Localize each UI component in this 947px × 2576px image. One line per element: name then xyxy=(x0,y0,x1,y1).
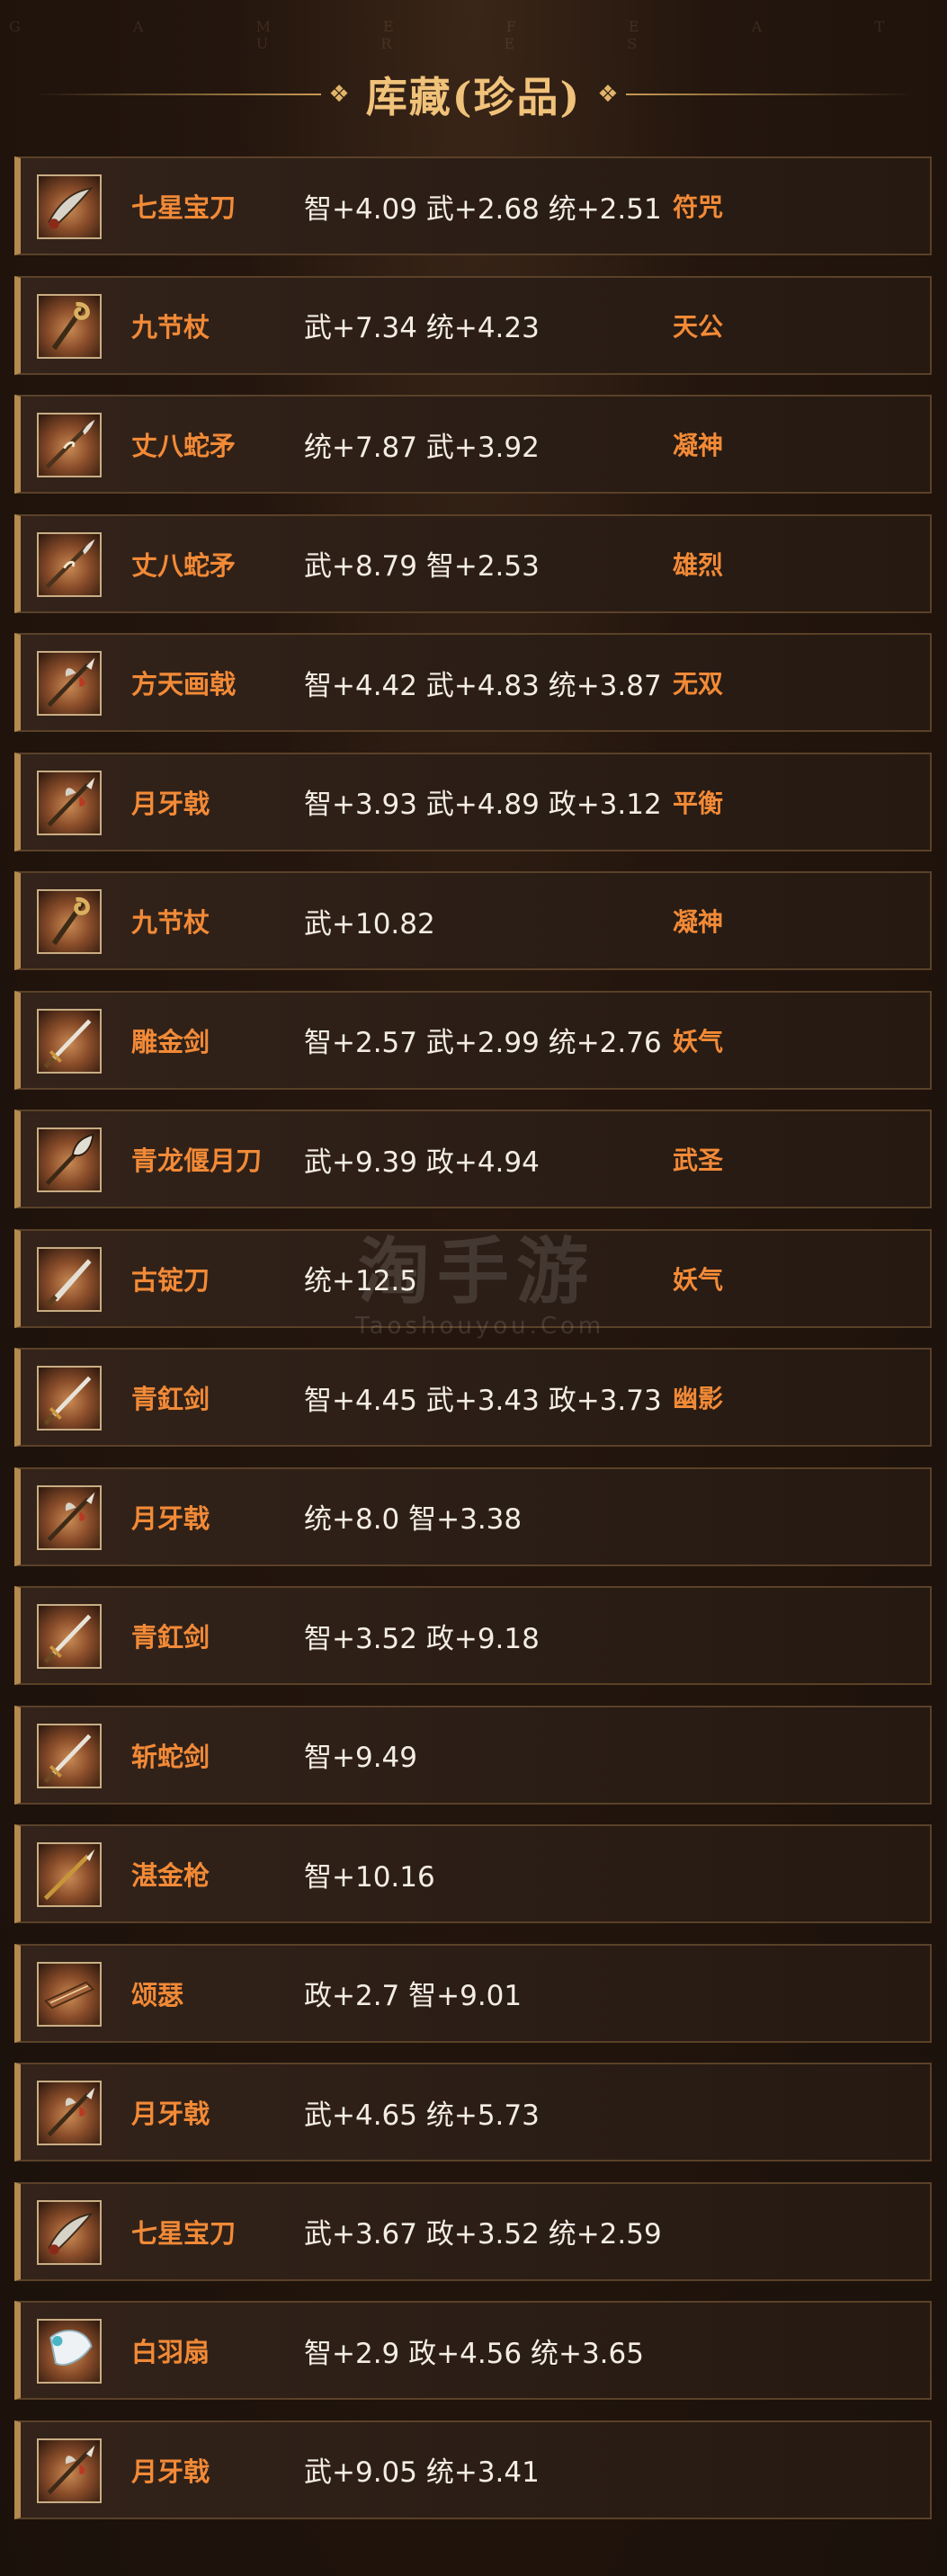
treasure-row[interactable]: 丈八蛇矛 武+8.79 智+2.53 雄烈 xyxy=(14,513,932,613)
header-divider-left xyxy=(33,94,322,95)
treasure-row[interactable]: 斩蛇剑 智+9.49 xyxy=(14,1705,932,1805)
item-name: 丈八蛇矛 xyxy=(131,549,237,581)
treasure-row[interactable]: 雕金剑 智+2.57 武+2.99 统+2.76 妖气 xyxy=(14,990,932,1090)
header-divider-right xyxy=(625,94,914,95)
item-name: 丈八蛇矛 xyxy=(131,431,237,461)
item-trait: 妖气 xyxy=(673,1264,724,1295)
halberd-icon xyxy=(37,651,102,716)
sword-icon xyxy=(37,1008,102,1074)
item-stats: 智+4.45 武+3.43 政+3.73 xyxy=(304,1384,662,1417)
treasure-row[interactable]: 湛金枪 智+10.16 xyxy=(14,1824,932,1923)
item-stats: 统+12.5 xyxy=(304,1265,417,1297)
treasure-row[interactable]: 七星宝刀 智+4.09 武+2.68 统+2.51 符咒 xyxy=(14,156,932,255)
ornament-icon: ❖ xyxy=(328,81,350,108)
item-name: 白羽扇 xyxy=(131,2337,210,2367)
spear-icon xyxy=(37,413,102,477)
background-caption: G A M E F E A T U R E S xyxy=(8,18,938,52)
treasure-row[interactable]: 颂瑟 政+2.7 智+9.01 xyxy=(14,1943,932,2043)
spear-icon xyxy=(37,531,102,597)
item-name: 七星宝刀 xyxy=(131,192,237,223)
item-name: 青釭剑 xyxy=(131,1384,210,1414)
treasure-row[interactable]: 青龙偃月刀 武+9.39 政+4.94 武圣 xyxy=(14,1110,932,1208)
saber-icon xyxy=(37,174,102,239)
item-trait: 平衡 xyxy=(673,788,724,818)
item-stats: 武+9.39 政+4.94 xyxy=(304,1145,540,1179)
item-stats: 智+10.16 xyxy=(304,1860,435,1894)
item-trait: 妖气 xyxy=(673,1026,724,1056)
item-stats: 武+3.67 政+3.52 统+2.59 xyxy=(304,2218,662,2251)
treasure-row[interactable]: 九节杖 武+10.82 凝神 xyxy=(14,871,932,970)
item-trait: 无双 xyxy=(673,669,724,699)
glaive-icon xyxy=(37,1128,102,1192)
item-name: 月牙戟 xyxy=(131,1502,210,1534)
item-stats: 武+9.05 统+3.41 xyxy=(304,2456,540,2489)
lance-icon xyxy=(37,1842,102,1907)
item-trait: 雄烈 xyxy=(673,549,724,580)
item-name: 斩蛇剑 xyxy=(131,1741,210,1772)
item-stats: 智+4.42 武+4.83 统+3.87 xyxy=(304,669,662,702)
treasure-row[interactable]: 月牙戟 智+3.93 武+4.89 政+3.12 平衡 xyxy=(14,752,932,851)
item-stats: 武+4.65 统+5.73 xyxy=(304,2099,540,2132)
zither-icon xyxy=(37,1961,102,2027)
treasure-row[interactable]: 古锭刀 统+12.5 妖气 xyxy=(14,1228,932,1328)
item-name: 青釭剑 xyxy=(131,1622,210,1653)
item-trait: 符咒 xyxy=(673,192,724,222)
item-trait: 幽影 xyxy=(673,1384,724,1413)
halberd-icon xyxy=(37,2081,102,2145)
item-name: 湛金枪 xyxy=(131,1860,210,1891)
item-stats: 智+3.93 武+4.89 政+3.12 xyxy=(304,789,662,821)
item-stats: 智+9.49 xyxy=(304,1742,417,1774)
item-stats: 统+7.87 武+3.92 xyxy=(304,431,540,464)
sword-icon xyxy=(37,1604,102,1669)
item-stats: 统+8.0 智+3.38 xyxy=(304,1503,523,1536)
staff-icon xyxy=(37,889,102,954)
item-name: 月牙戟 xyxy=(131,2456,210,2487)
item-name: 青龙偃月刀 xyxy=(131,1145,263,1176)
item-name: 九节杖 xyxy=(131,907,210,938)
item-trait: 凝神 xyxy=(673,431,724,460)
item-stats: 智+2.9 政+4.56 统+3.65 xyxy=(304,2337,644,2370)
item-name: 雕金剑 xyxy=(131,1026,210,1057)
treasure-row[interactable]: 月牙戟 武+4.65 统+5.73 xyxy=(14,2063,932,2162)
treasure-row[interactable]: 青釭剑 智+3.52 政+9.18 xyxy=(14,1586,932,1685)
treasure-row[interactable]: 青釭剑 智+4.45 武+3.43 政+3.73 幽影 xyxy=(14,1348,932,1447)
treasure-row[interactable]: 月牙戟 统+8.0 智+3.38 xyxy=(14,1466,932,1566)
halberd-icon xyxy=(37,1484,102,1550)
item-trait: 武圣 xyxy=(673,1145,724,1175)
item-stats: 智+4.09 武+2.68 统+2.51 xyxy=(304,192,662,226)
treasure-row[interactable]: 白羽扇 智+2.9 政+4.56 统+3.65 xyxy=(14,2301,932,2400)
item-trait: 凝神 xyxy=(673,907,724,937)
item-name: 方天画戟 xyxy=(131,669,237,700)
item-name: 九节杖 xyxy=(131,311,210,343)
item-name: 月牙戟 xyxy=(131,788,210,819)
treasure-row[interactable]: 方天画戟 智+4.42 武+4.83 统+3.87 无双 xyxy=(14,633,932,732)
halberd-icon xyxy=(37,2438,102,2503)
treasure-row[interactable]: 月牙戟 武+9.05 统+3.41 xyxy=(14,2420,932,2519)
item-stats: 武+8.79 智+2.53 xyxy=(304,550,540,583)
item-stats: 智+2.57 武+2.99 统+2.76 xyxy=(304,1027,662,1059)
saber-icon xyxy=(37,2199,102,2265)
item-stats: 武+7.34 统+4.23 xyxy=(304,312,540,344)
sword-icon xyxy=(37,1366,102,1431)
item-name: 七星宝刀 xyxy=(131,2217,237,2249)
treasure-row[interactable]: 丈八蛇矛 统+7.87 武+3.92 凝神 xyxy=(14,395,932,494)
item-name: 颂瑟 xyxy=(131,1979,184,2010)
page-title: 库藏(珍品) xyxy=(365,73,582,121)
item-stats: 政+2.7 智+9.01 xyxy=(304,1980,523,2012)
item-name: 古锭刀 xyxy=(131,1264,210,1296)
item-stats: 智+3.52 政+9.18 xyxy=(304,1622,540,1655)
ornament-icon: ❖ xyxy=(597,81,619,108)
treasure-row[interactable]: 七星宝刀 武+3.67 政+3.52 统+2.59 xyxy=(14,2181,932,2281)
sword-icon xyxy=(37,1723,102,1788)
section-header: ❖ 库藏(珍品) ❖ xyxy=(0,63,947,126)
staff-icon xyxy=(37,293,102,359)
blade-icon xyxy=(37,1246,102,1312)
treasure-row[interactable]: 九节杖 武+7.34 统+4.23 天公 xyxy=(14,275,932,375)
item-name: 月牙戟 xyxy=(131,2099,210,2129)
halberd-icon xyxy=(37,770,102,835)
item-stats: 武+10.82 xyxy=(304,907,435,940)
treasure-list: 七星宝刀 智+4.09 武+2.68 统+2.51 符咒九节杖 武+7.34 统+4.… xyxy=(14,156,932,2539)
item-trait: 天公 xyxy=(673,311,724,342)
fan-icon xyxy=(37,2319,102,2384)
